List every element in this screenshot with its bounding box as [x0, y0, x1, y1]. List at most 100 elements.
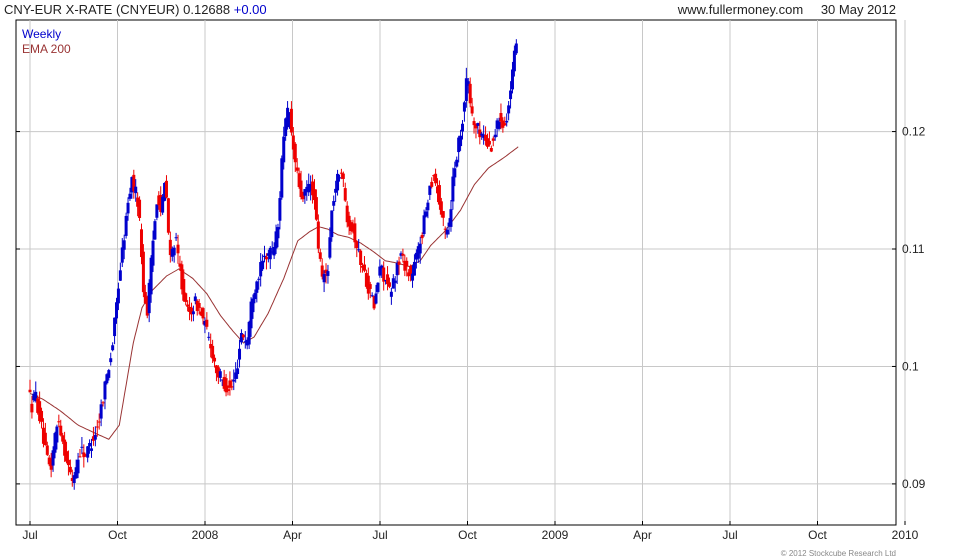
candle-body: [103, 381, 107, 400]
candle-body: [122, 240, 126, 250]
candle-body: [197, 302, 201, 308]
candle-body: [218, 371, 222, 378]
candle-body: [109, 358, 113, 363]
candle-body: [316, 221, 320, 249]
candle-body: [445, 229, 449, 235]
candle-body: [289, 108, 293, 133]
candle-body: [184, 293, 188, 302]
candle-body: [207, 336, 211, 338]
x-tick-label: Jul: [722, 528, 737, 542]
candle-body: [99, 404, 103, 419]
candle-body: [257, 278, 261, 280]
candle-body: [341, 173, 345, 179]
candle-body: [43, 432, 47, 446]
candle-body: [322, 273, 326, 283]
candle-body: [226, 389, 230, 391]
candle-body: [512, 50, 516, 72]
candle-body: [468, 83, 472, 104]
candle-body: [232, 379, 236, 382]
candle-body: [362, 264, 366, 271]
candle-body: [489, 147, 493, 152]
x-tick-label: Oct: [808, 528, 827, 542]
candle-body: [101, 402, 105, 404]
candle-body: [389, 291, 393, 297]
candle-body: [453, 168, 457, 178]
candle-body: [430, 181, 434, 187]
candle-body: [368, 284, 372, 289]
candle-body: [213, 357, 217, 362]
candle-body: [280, 158, 284, 198]
candle-body: [336, 173, 340, 191]
candle-body: [205, 319, 209, 327]
candle-body: [264, 256, 268, 260]
candle-body: [318, 252, 322, 259]
candle-body: [395, 263, 399, 276]
candle-body: [441, 211, 445, 218]
candle-body: [88, 442, 92, 447]
candle-body: [412, 261, 416, 276]
candle-body: [76, 459, 80, 474]
candle-body: [124, 215, 128, 236]
candle-body: [134, 186, 138, 194]
candle-body: [422, 215, 426, 235]
candle-body: [420, 235, 424, 239]
candle-body: [391, 278, 395, 289]
candle-body: [370, 295, 374, 297]
candle-body: [239, 333, 243, 343]
candle-body: [393, 280, 397, 283]
x-tick-label: Apr: [633, 528, 652, 542]
candle-body: [107, 370, 111, 378]
candle-body: [510, 69, 514, 90]
candle-body: [499, 113, 503, 122]
candle-body: [116, 288, 120, 304]
candle-body: [443, 228, 447, 230]
candle-body: [138, 199, 142, 218]
candle-body: [80, 446, 84, 448]
candle-body: [376, 282, 380, 292]
candle-body: [455, 159, 459, 167]
candle-body: [503, 123, 507, 126]
legend-ema: EMA 200: [22, 42, 71, 56]
candle-body: [295, 167, 299, 171]
candle-body: [176, 244, 180, 254]
candle-body: [401, 253, 405, 256]
candle-body: [330, 210, 334, 238]
candle-body: [166, 198, 170, 233]
copyright-credit: © 2012 Stockcube Research Ltd: [780, 549, 896, 558]
candle-body: [238, 348, 242, 360]
candle-body: [174, 237, 178, 239]
price-chart: 0.09 0.1 0.11 0.12 Jul Oct 2008 Apr Jul Oct 2009 Ap…: [15, 19, 926, 542]
candle-body: [293, 143, 297, 163]
candle-body: [405, 260, 409, 267]
candle-body: [172, 247, 176, 256]
legend-weekly: Weekly: [22, 27, 61, 41]
candle-body: [191, 311, 195, 315]
candle-body: [45, 445, 49, 455]
y-tick-label: 0.12: [902, 125, 926, 139]
x-tick-label: 2010: [892, 528, 919, 542]
candle-body: [326, 271, 330, 276]
candle-body: [118, 270, 122, 281]
candle-body: [491, 138, 495, 141]
x-tick-label: Jul: [22, 528, 37, 542]
candle-body: [78, 456, 82, 458]
candle-body: [261, 260, 265, 270]
candle-body: [359, 250, 363, 265]
candle-body: [355, 241, 359, 249]
plot-area: [15, 19, 897, 526]
candle-body: [155, 204, 159, 218]
candle-body: [462, 102, 466, 112]
candle-body: [153, 221, 157, 240]
candle-body: [40, 410, 44, 422]
candle-body: [111, 345, 115, 351]
candle-body: [343, 188, 347, 201]
candle-body: [251, 298, 255, 313]
candle-body: [339, 172, 343, 174]
candle-body: [514, 43, 518, 54]
candle-body: [126, 202, 130, 214]
candle-body: [66, 459, 70, 466]
candle-body: [278, 198, 282, 221]
candle-body: [337, 177, 341, 179]
x-tick-label: Apr: [283, 528, 302, 542]
candle-body: [418, 243, 422, 254]
